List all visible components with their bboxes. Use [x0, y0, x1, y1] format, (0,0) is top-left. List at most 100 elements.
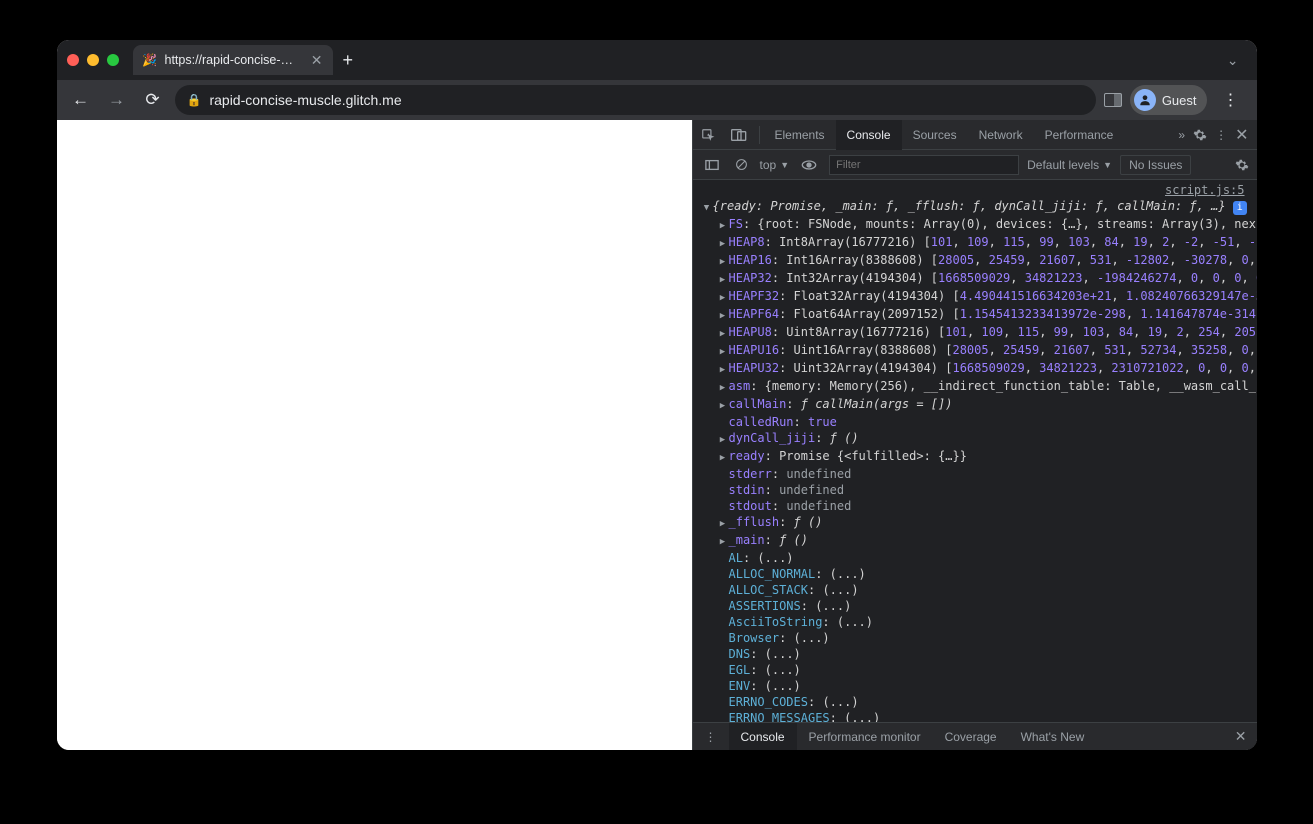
expand-toggle[interactable]	[717, 234, 729, 252]
expand-toggle[interactable]	[717, 396, 729, 414]
console-property-row[interactable]: ready: Promise {<fulfilled>: {…}}	[697, 448, 1253, 466]
menu-button[interactable]: ⋮	[1215, 90, 1247, 110]
devtools-tab-sources[interactable]: Sources	[902, 120, 968, 150]
drawer-tab-coverage[interactable]: Coverage	[933, 723, 1009, 751]
console-property-row[interactable]: stdout: undefined	[697, 498, 1253, 514]
profile-label: Guest	[1162, 93, 1197, 108]
devtools-panel: ElementsConsoleSourcesNetworkPerformance…	[692, 120, 1257, 750]
browser-tab[interactable]: 🎉 https://rapid-concise-muscle.g ✕	[133, 45, 333, 75]
console-property-row[interactable]: ALLOC_STACK: (...)	[697, 582, 1253, 598]
devtools-tab-elements[interactable]: Elements	[764, 120, 836, 150]
expand-toggle[interactable]	[717, 532, 729, 550]
console-property-row[interactable]: Browser: (...)	[697, 630, 1253, 646]
url-text: rapid-concise-muscle.glitch.me	[209, 92, 401, 108]
console-property-row[interactable]: ASSERTIONS: (...)	[697, 598, 1253, 614]
expand-toggle[interactable]	[717, 514, 729, 532]
new-tab-button[interactable]: +	[333, 50, 364, 71]
drawer-close-icon[interactable]: ✕	[1225, 728, 1257, 745]
expand-toggle[interactable]	[717, 342, 729, 360]
console-property-row[interactable]: callMain: ƒ callMain(args = [])	[697, 396, 1253, 414]
console-property-row[interactable]: HEAPF64: Float64Array(2097152) [1.154541…	[697, 306, 1253, 324]
devtools-tab-console[interactable]: Console	[836, 120, 902, 150]
clear-console-icon[interactable]	[731, 158, 752, 171]
drawer-menu-icon[interactable]: ⋮	[693, 723, 729, 751]
side-panel-icon[interactable]	[1104, 93, 1122, 107]
log-levels-selector[interactable]: Default levels ▼	[1027, 158, 1112, 172]
expand-toggle[interactable]	[701, 198, 713, 216]
console-property-row[interactable]: HEAP32: Int32Array(4194304) [1668509029,…	[697, 270, 1253, 288]
window-controls	[67, 54, 133, 66]
expand-toggle[interactable]	[717, 270, 729, 288]
tab-title: https://rapid-concise-muscle.g	[165, 53, 303, 67]
minimize-window[interactable]	[87, 54, 99, 66]
console-settings-icon[interactable]	[1235, 158, 1249, 172]
expand-toggle[interactable]	[717, 378, 729, 396]
console-property-row[interactable]: _fflush: ƒ ()	[697, 514, 1253, 532]
chevron-down-icon: ▼	[1103, 160, 1112, 170]
console-property-row[interactable]: FS: {root: FSNode, mounts: Array(0), dev…	[697, 216, 1253, 234]
filter-input[interactable]	[829, 155, 1019, 175]
devtools-more-tabs[interactable]: »	[1178, 128, 1185, 142]
console-property-row[interactable]: HEAP16: Int16Array(8388608) [28005, 2545…	[697, 252, 1253, 270]
zoom-window[interactable]	[107, 54, 119, 66]
live-expression-icon[interactable]	[797, 159, 821, 171]
avatar-icon	[1134, 89, 1156, 111]
gear-icon[interactable]	[1193, 128, 1207, 142]
console-property-row[interactable]: stdin: undefined	[697, 482, 1253, 498]
expand-toggle[interactable]	[717, 288, 729, 306]
expand-toggle[interactable]	[717, 448, 729, 466]
expand-toggle[interactable]	[717, 360, 729, 378]
expand-toggle[interactable]	[717, 306, 729, 324]
drawer-tab-performance-monitor[interactable]: Performance monitor	[797, 723, 933, 751]
console-property-row[interactable]: stderr: undefined	[697, 466, 1253, 482]
console-property-row[interactable]: DNS: (...)	[697, 646, 1253, 662]
devtools-tab-network[interactable]: Network	[968, 120, 1034, 150]
inspect-element-icon[interactable]	[693, 128, 723, 142]
address-bar[interactable]: 🔒 rapid-concise-muscle.glitch.me	[175, 85, 1096, 115]
object-summary-row[interactable]: {ready: Promise, _main: ƒ, _fflush: ƒ, d…	[697, 198, 1253, 216]
reload-button[interactable]: ⟳	[139, 90, 167, 110]
console-property-row[interactable]: asm: {memory: Memory(256), __indirect_fu…	[697, 378, 1253, 396]
devtools-tab-performance[interactable]: Performance	[1034, 120, 1125, 150]
console-property-row[interactable]: ENV: (...)	[697, 678, 1253, 694]
expand-toggle[interactable]	[717, 216, 729, 234]
page-viewport[interactable]	[57, 120, 692, 750]
source-link[interactable]: script.js:5	[697, 182, 1253, 198]
device-toolbar-icon[interactable]	[723, 128, 755, 142]
console-property-row[interactable]: HEAP8: Int8Array(16777216) [101, 109, 11…	[697, 234, 1253, 252]
devtools-tabbar: ElementsConsoleSourcesNetworkPerformance…	[693, 120, 1257, 150]
console-property-row[interactable]: ERRNO_MESSAGES: (...)	[697, 710, 1253, 722]
context-selector[interactable]: top ▼	[760, 158, 790, 172]
console-property-row[interactable]: AsciiToString: (...)	[697, 614, 1253, 630]
console-property-row[interactable]: EGL: (...)	[697, 662, 1253, 678]
console-property-row[interactable]: ALLOC_NORMAL: (...)	[697, 566, 1253, 582]
console-sidebar-toggle[interactable]	[701, 159, 723, 171]
console-property-row[interactable]: dynCall_jiji: ƒ ()	[697, 430, 1253, 448]
expand-toggle[interactable]	[717, 252, 729, 270]
expand-toggle[interactable]	[717, 324, 729, 342]
devtools-close-icon[interactable]: ✕	[1235, 125, 1248, 145]
console-property-row[interactable]: AL: (...)	[697, 550, 1253, 566]
console-output[interactable]: script.js:5 {ready: Promise, _main: ƒ, _…	[693, 180, 1257, 722]
profile-button[interactable]: Guest	[1130, 85, 1207, 115]
drawer-tab-console[interactable]: Console	[729, 723, 797, 751]
console-property-row[interactable]: ERRNO_CODES: (...)	[697, 694, 1253, 710]
console-property-row[interactable]: HEAPF32: Float32Array(4194304) [4.490441…	[697, 288, 1253, 306]
info-badge[interactable]: i	[1233, 201, 1247, 215]
console-property-row[interactable]: HEAPU16: Uint16Array(8388608) [28005, 25…	[697, 342, 1253, 360]
forward-button[interactable]: →	[103, 90, 131, 110]
tab-overflow-icon[interactable]: ⌄	[1219, 52, 1247, 69]
expand-toggle[interactable]	[717, 430, 729, 448]
issues-button[interactable]: No Issues	[1120, 155, 1191, 175]
close-window[interactable]	[67, 54, 79, 66]
console-property-row[interactable]: HEAPU32: Uint32Array(4194304) [166850902…	[697, 360, 1253, 378]
tab-close-icon[interactable]: ✕	[311, 52, 323, 69]
back-button[interactable]: ←	[67, 90, 95, 110]
toolbar: ← → ⟳ 🔒 rapid-concise-muscle.glitch.me G…	[57, 80, 1257, 120]
console-property-row[interactable]: _main: ƒ ()	[697, 532, 1253, 550]
browser-window: 🎉 https://rapid-concise-muscle.g ✕ + ⌄ ←…	[57, 40, 1257, 750]
console-property-row[interactable]: calledRun: true	[697, 414, 1253, 430]
devtools-menu-icon[interactable]: ⋮	[1215, 128, 1227, 142]
console-property-row[interactable]: HEAPU8: Uint8Array(16777216) [101, 109, …	[697, 324, 1253, 342]
drawer-tab-what's-new[interactable]: What's New	[1009, 723, 1097, 751]
